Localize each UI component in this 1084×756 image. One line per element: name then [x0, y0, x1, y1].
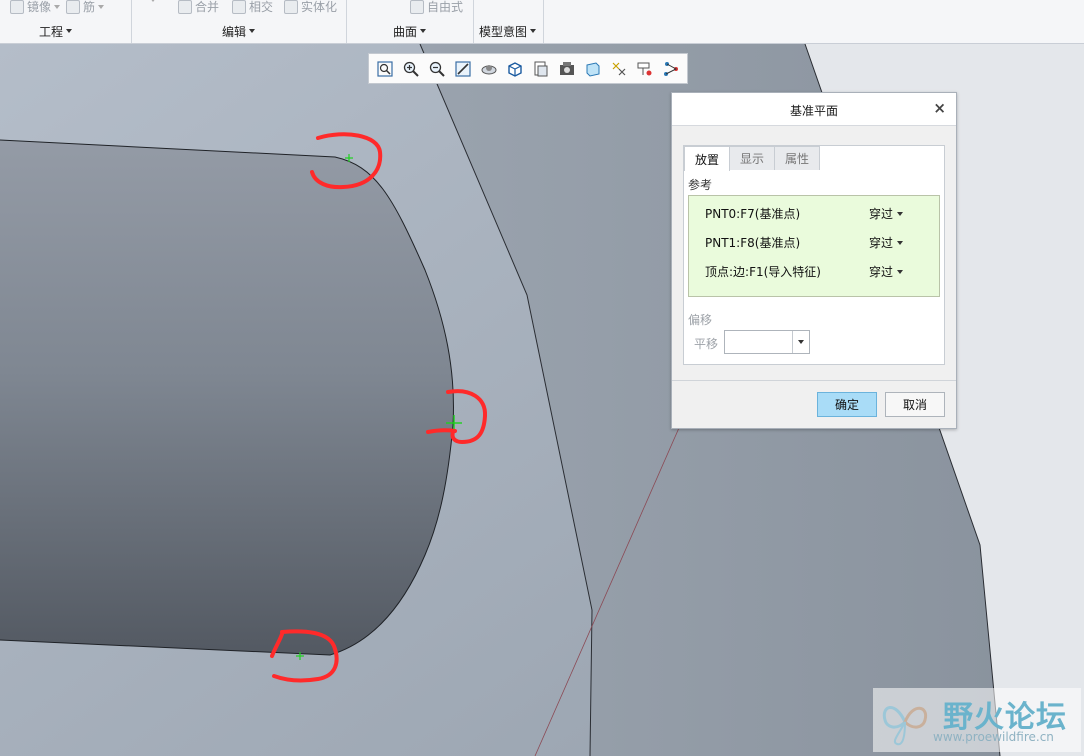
chevron-down-icon [897, 211, 904, 216]
merge-icon [178, 0, 192, 14]
rib-button[interactable]: 筋 [66, 0, 105, 15]
zoom-in-button[interactable] [399, 57, 423, 81]
chevron-down-icon [98, 4, 105, 9]
annotation-display-button[interactable] [633, 57, 657, 81]
zoom-out-icon [429, 61, 445, 77]
edit-more-button[interactable] [150, 0, 156, 2]
view-manager-button[interactable] [555, 57, 579, 81]
cancel-button[interactable]: 取消 [885, 392, 945, 417]
translate-dropdown-button[interactable] [792, 331, 809, 353]
freestyle-icon [410, 0, 424, 14]
freestyle-button[interactable]: 自由式 [410, 0, 463, 15]
group-engineering[interactable]: 工程 [39, 23, 73, 39]
perspective-button[interactable] [581, 57, 605, 81]
zoom-in-icon [403, 61, 419, 77]
cylinder-face [0, 140, 454, 655]
ribbon-separator [131, 0, 132, 43]
tab-display[interactable]: 显示 [729, 146, 776, 170]
ribbon: 镜像 筋 合并 相交 实体化 自由式 工程 编辑 曲面 模型意图 [0, 0, 1084, 44]
repaint-icon [455, 60, 471, 77]
solidify-button[interactable]: 实体化 [284, 0, 337, 15]
reference-row[interactable]: 顶点:边:F1(导入特征) 穿过 [705, 263, 935, 281]
watermark-url: www.proewildfire.cn [933, 730, 1054, 744]
spin-center-button[interactable] [477, 57, 501, 81]
perspective-icon [586, 61, 600, 77]
saved-views-icon [534, 61, 548, 76]
chevron-down-icon [897, 269, 904, 274]
repaint-button[interactable] [451, 57, 475, 81]
constraint-dropdown[interactable]: 穿过 [869, 205, 904, 222]
spin-icon [664, 61, 678, 76]
reference-name: PNT1:F8(基准点) [705, 236, 801, 250]
chevron-down-icon [54, 4, 61, 9]
chevron-down-icon [150, 0, 156, 2]
group-surfaces[interactable]: 曲面 [393, 23, 427, 39]
watermark: 野火论坛 www.proewildfire.cn [873, 688, 1081, 752]
dialog-separator [672, 380, 956, 381]
translate-label: 平移 [694, 337, 719, 351]
ribbon-separator [346, 0, 347, 43]
rib-icon [66, 0, 80, 14]
chevron-down-icon [897, 240, 904, 245]
spin-center-icon [481, 64, 497, 74]
datum-display-button[interactable] [607, 57, 631, 81]
dialog-title: 基准平面 [789, 104, 838, 118]
solidify-icon [284, 0, 298, 14]
view-toolbar [368, 53, 688, 84]
datum-display-icon [612, 62, 626, 75]
reference-name: 顶点:边:F1(导入特征) [705, 265, 821, 279]
zoom-fit-icon [377, 60, 393, 77]
merge-button[interactable]: 合并 [178, 0, 219, 15]
intersect-icon [232, 0, 246, 14]
mirror-button[interactable]: 镜像 [10, 0, 61, 15]
offset-label: 偏移 [688, 313, 713, 327]
butterfly-logo-icon [882, 706, 928, 746]
intersect-button[interactable]: 相交 [232, 0, 273, 15]
chevron-down-icon [798, 340, 804, 344]
chevron-down-icon [420, 29, 427, 33]
reference-row[interactable]: PNT0:F7(基准点) 穿过 [705, 205, 935, 223]
ok-button[interactable]: 确定 [817, 392, 877, 417]
chevron-down-icon [249, 29, 256, 33]
zoom-out-button[interactable] [425, 57, 449, 81]
chevron-down-icon [530, 29, 537, 33]
group-model-intent[interactable]: 模型意图 [479, 23, 537, 39]
translate-select[interactable] [724, 330, 810, 354]
ribbon-separator [543, 0, 544, 43]
display-style-icon [508, 61, 522, 77]
reference-name: PNT0:F7(基准点) [705, 207, 801, 221]
constraint-dropdown[interactable]: 穿过 [869, 263, 904, 280]
view-manager-icon [560, 61, 574, 75]
chevron-down-icon [66, 29, 73, 33]
mirror-icon [10, 0, 24, 14]
ribbon-separator [473, 0, 474, 43]
tab-properties[interactable]: 属性 [774, 146, 821, 170]
dialog-titlebar[interactable]: 基准平面 × [672, 93, 956, 126]
references-collector[interactable]: PNT0:F7(基准点) 穿过 PNT1:F8(基准点) 穿过 顶点:边:F1(… [688, 195, 940, 297]
references-label: 参考 [688, 178, 713, 192]
constraint-dropdown[interactable]: 穿过 [869, 234, 904, 251]
saved-views-button[interactable] [529, 57, 553, 81]
annotation-display-icon [637, 62, 652, 75]
zoom-fit-button[interactable] [373, 57, 397, 81]
dialog-tabs: 放置 显示 属性 [684, 146, 821, 171]
reference-row[interactable]: PNT1:F8(基准点) 穿过 [705, 234, 935, 252]
display-style-button[interactable] [503, 57, 527, 81]
tab-placement[interactable]: 放置 [684, 146, 731, 171]
group-editing[interactable]: 编辑 [222, 23, 256, 39]
close-icon[interactable]: × [933, 100, 946, 116]
spin-button[interactable] [659, 57, 683, 81]
